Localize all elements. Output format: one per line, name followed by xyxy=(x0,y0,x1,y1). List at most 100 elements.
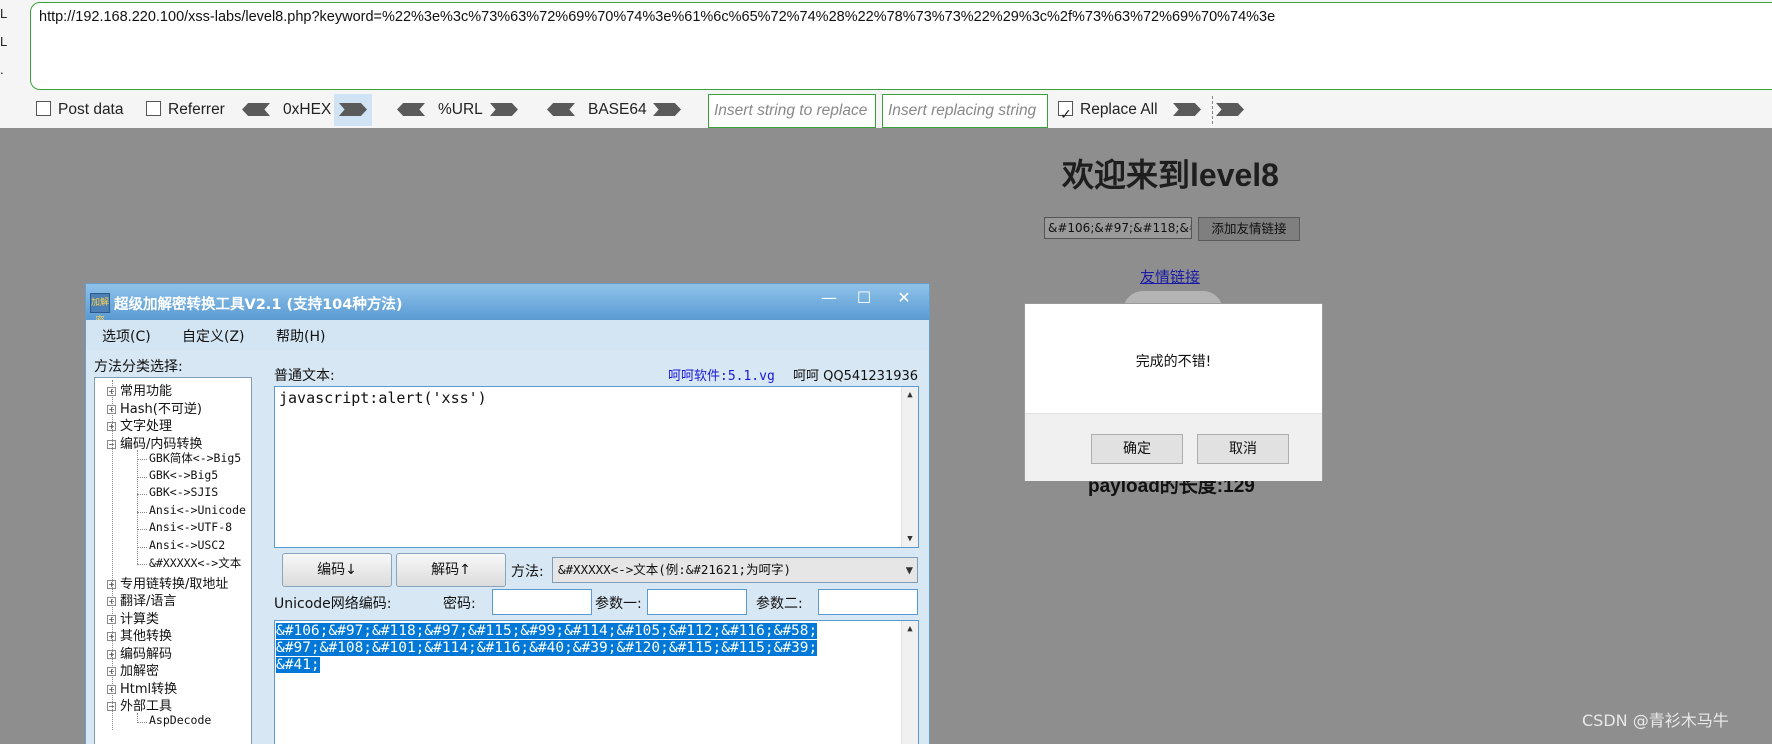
unicode-label: Unicode网络编码: xyxy=(274,596,392,612)
alert-footer: 确定 取消 xyxy=(1025,413,1322,481)
hackbar: L L . http://192.168.220.100/xss-labs/le… xyxy=(0,0,1772,130)
replace-forward-arrow-icon[interactable] xyxy=(1173,103,1201,116)
alert-dialog: 完成的不错! 确定 取消 xyxy=(1024,303,1323,481)
tree-node-label: Ansi<->Unicode xyxy=(149,502,246,517)
tree-node[interactable]: + 计算类 xyxy=(107,608,159,627)
watermark: CSDN @青衫木马牛 xyxy=(1582,711,1729,730)
plain-scrollbar[interactable]: ▲ ▼ xyxy=(901,387,918,547)
tree-connector xyxy=(137,476,147,478)
method-tree[interactable]: + 常用功能 + Hash(不可逆) + 文字处理 − 编码/内码转换 GBK简体<->Big5… xyxy=(94,377,252,744)
post-data-label: Post data xyxy=(58,101,124,118)
base64-label: BASE64 xyxy=(588,101,647,118)
hex-decode-arrow-icon[interactable] xyxy=(242,103,270,116)
menu-options[interactable]: 选项(C) xyxy=(102,326,151,346)
tree-leaf[interactable]: Ansi<->Unicode xyxy=(149,503,246,517)
tree-node-label: GBK简体<->Big5 xyxy=(149,451,242,465)
close-icon[interactable]: ✕ xyxy=(889,287,919,311)
tree-connector xyxy=(137,511,147,513)
tree-node[interactable]: + 翻译/语言 xyxy=(107,590,176,609)
tree-node[interactable]: + 其他转换 xyxy=(107,625,172,644)
referrer-label: Referrer xyxy=(168,101,225,118)
plain-text-value: javascript:alert('xss') xyxy=(279,389,487,407)
tree-node[interactable]: + 文字处理 xyxy=(107,415,172,434)
minimize-icon[interactable]: — xyxy=(814,287,844,311)
encoder-window: 加解密 超级加解密转换工具V2.1 (支持104种方法) — ☐ ✕ 选项(C)… xyxy=(85,283,930,744)
tree-node-label: AspDecode xyxy=(149,712,212,727)
password-input[interactable] xyxy=(492,589,592,615)
decode-button[interactable]: 解码↑ xyxy=(396,553,506,587)
encode-button[interactable]: 编码↓ xyxy=(282,553,392,587)
url-decode-arrow-icon[interactable] xyxy=(397,103,425,116)
tree-node[interactable]: + 加解密 xyxy=(107,660,159,679)
method-label: 方法: xyxy=(511,564,544,580)
param2-input[interactable] xyxy=(818,589,918,615)
tree-connector xyxy=(137,529,147,530)
tree-node[interactable]: − 编码/内码转换 xyxy=(107,433,202,452)
plain-text-label: 普通文本: xyxy=(274,368,335,384)
scroll-down-icon[interactable]: ▼ xyxy=(902,531,918,547)
maximize-icon[interactable]: ☐ xyxy=(849,287,879,311)
side-label: . xyxy=(0,62,4,77)
tree-leaf[interactable]: Ansi<->USC2 xyxy=(149,538,225,552)
keyword-input[interactable]: &#106;&#97;&#118;&#97;&#115;&#99; xyxy=(1044,217,1192,239)
side-label: L xyxy=(0,34,8,49)
base64-decode-arrow-icon[interactable] xyxy=(547,103,575,116)
replace-backward-arrow-icon[interactable] xyxy=(1216,103,1244,116)
contact-info: 呵呵 QQ541231936 xyxy=(793,369,919,384)
tree-leaf[interactable]: GBK<->SJIS xyxy=(149,485,218,499)
encoded-line: &#41; xyxy=(276,657,917,674)
tree-node[interactable]: + Html转换 xyxy=(107,678,177,697)
referrer-toggle[interactable]: Referrer xyxy=(146,94,225,126)
tree-node[interactable]: − 外部工具 xyxy=(107,695,172,714)
hex-label: 0xHEX xyxy=(283,101,332,118)
tree-node[interactable]: + 编码解码 xyxy=(107,643,172,662)
post-data-toggle[interactable]: Post data xyxy=(36,94,124,126)
tree-node-label: &#XXXXX<->文本 xyxy=(149,556,242,570)
tree-node[interactable]: + 常用功能 xyxy=(107,380,172,399)
referrer-checkbox[interactable] xyxy=(146,101,161,116)
plain-text-area[interactable]: javascript:alert('xss') ▲ ▼ xyxy=(274,386,919,548)
tree-leaf[interactable]: GBK简体<->Big5 xyxy=(149,450,241,466)
tree-node-label: Ansi<->USC2 xyxy=(149,537,226,552)
replacing-string-input[interactable]: Insert replacing string xyxy=(882,94,1048,128)
menu-help[interactable]: 帮助(H) xyxy=(276,326,325,346)
encoded-text-area[interactable]: &#106;&#97;&#118;&#97;&#115;&#99;&#114;&… xyxy=(274,620,919,744)
tree-leaf[interactable]: Ansi<->UTF-8 xyxy=(149,520,232,534)
param1-input[interactable] xyxy=(647,589,747,615)
tree-node[interactable]: + Hash(不可逆) xyxy=(107,398,202,417)
replace-all-label: Replace All xyxy=(1080,101,1158,118)
encoded-line: &#97;&#108;&#101;&#114;&#116;&#40;&#39;&… xyxy=(276,640,917,657)
tree-leaf[interactable]: AspDecode xyxy=(149,713,211,727)
chevron-down-icon[interactable]: ▼ xyxy=(906,558,913,582)
encoded-scrollbar[interactable]: ▲ xyxy=(901,621,918,744)
tree-leaf[interactable]: &#XXXXX<->文本 xyxy=(149,555,241,571)
base64-encode-arrow-icon[interactable] xyxy=(653,103,681,116)
insert-string-input[interactable]: Insert string to replace xyxy=(708,94,876,128)
side-labels: L L . xyxy=(0,4,14,88)
alert-ok-button[interactable]: 确定 xyxy=(1091,434,1183,464)
window-title: 超级加解密转换工具V2.1 (支持104种方法) xyxy=(114,297,403,313)
encoder-titlebar[interactable]: 加解密 超级加解密转换工具V2.1 (支持104种方法) — ☐ ✕ xyxy=(86,284,929,326)
tree-node[interactable]: + 专用链转换/取地址 xyxy=(107,573,228,592)
tree-leaf[interactable]: GBK<->Big5 xyxy=(149,468,218,482)
tree-node-label: GBK<->SJIS xyxy=(149,485,219,499)
url-label: %URL xyxy=(438,101,483,118)
url-encode-arrow-icon[interactable] xyxy=(490,103,518,116)
toolbar-separator xyxy=(1212,96,1213,124)
encoded-line-text: &#41; xyxy=(276,657,320,673)
replace-all-checkbox[interactable] xyxy=(1058,98,1073,130)
software-info[interactable]: 呵呵软件:5.1.vg xyxy=(668,365,775,384)
method-select[interactable]: &#XXXXX<->文本(例:&#21621;为呵字) ▼ xyxy=(552,557,918,583)
scroll-up-icon[interactable]: ▲ xyxy=(902,621,918,637)
add-link-button[interactable]: 添加友情链接 xyxy=(1198,217,1300,241)
alert-cancel-button[interactable]: 取消 xyxy=(1197,434,1289,464)
scroll-up-icon[interactable]: ▲ xyxy=(902,387,918,403)
url-textarea[interactable]: http://192.168.220.100/xss-labs/level8.p… xyxy=(30,2,1772,90)
post-data-checkbox[interactable] xyxy=(36,101,51,116)
tree-connector xyxy=(137,712,138,722)
tree-connector xyxy=(137,546,147,548)
friend-link[interactable]: 友情链接 xyxy=(1140,266,1200,287)
replace-all-toggle[interactable]: Replace All xyxy=(1058,94,1158,130)
alert-message: 完成的不错! xyxy=(1135,354,1212,370)
menu-custom[interactable]: 自定义(Z) xyxy=(182,326,245,346)
